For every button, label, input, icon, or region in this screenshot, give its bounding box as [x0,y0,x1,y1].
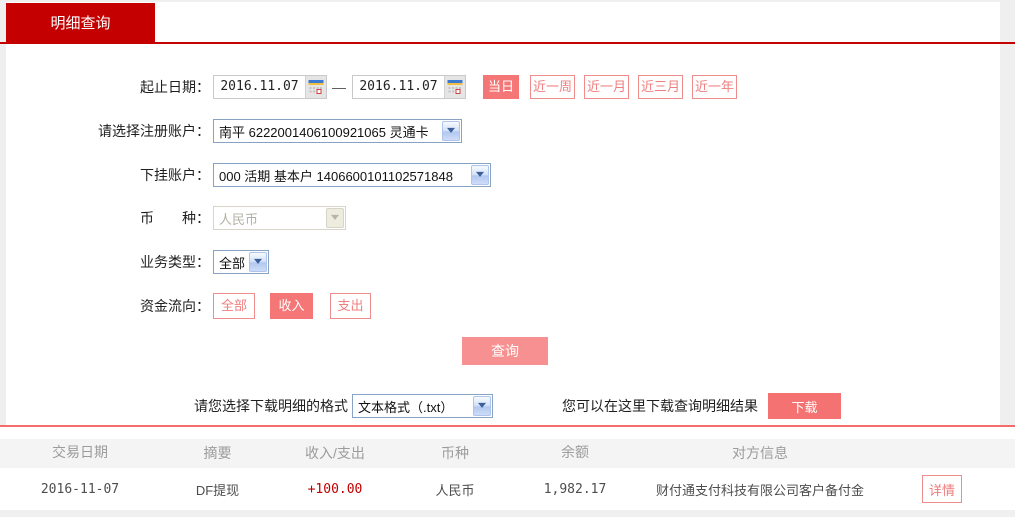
business-type-row: 业务类型： 全部 [0,250,1015,278]
end-date-value[interactable]: 2016.11.07 [353,76,444,98]
register-account-row: 请选择注册账户： 南平 6222001406100921065 灵通卡 [0,119,1015,147]
date-range-label: 起止日期： [140,79,210,95]
table-row: 2016-11-07 DF提现 +100.00 人民币 1,982.17 财付通… [0,468,1015,510]
quick-range-year-button[interactable]: 近一年 [692,75,737,99]
download-format-value: 文本格式（.txt） [358,399,454,415]
register-account-label: 请选择注册账户： [98,123,210,139]
currency-row: 币 种： 人民币 [0,206,1015,234]
fund-direction-label: 资金流向： [140,298,210,314]
table-row-partial: 详情 [0,517,1015,521]
detail-query-page: 明细查询 起止日期： 2016.11.07 — 2016.11.07 当日 近一… [0,0,1015,521]
business-type-value: 全部 [219,255,246,271]
download-row: 请您选择下载明细的格式 文本格式（.txt） 您可以在这里下载查询明细结果 下载 [0,393,1015,419]
header-counterparty: 对方信息 [732,445,788,461]
date-range-separator: — [332,79,346,95]
end-date-calendar-icon[interactable] [444,76,465,98]
cell-action: 详情 [885,517,941,521]
cell-summary: DF提现 [195,482,240,498]
sub-account-value: 000 活期 基本户 1406600101102571848 [219,168,453,184]
header-action [885,439,1015,468]
download-format-label: 请您选择下载明细的格式 [194,398,348,414]
sub-account-row: 下挂账户： 000 活期 基本户 1406600101102571848 [0,163,1015,191]
cell-balance: 1,982.17 [543,481,607,497]
tab-detail-query[interactable]: 明细查询 [6,3,155,44]
tab-underline [0,42,1015,44]
query-button[interactable]: 查询 [462,337,548,365]
currency-value: 人民币 [219,211,259,227]
cell-action: 详情 [885,475,1015,503]
currency-label: 币 种： [140,210,210,226]
row-separator [0,510,1015,517]
cell-in-out: +100.00 [307,481,363,497]
cell-date: 2016-11-07 [40,481,120,497]
detail-button[interactable]: 详情 [922,475,962,503]
start-date-value[interactable]: 2016.11.07 [214,76,305,98]
quick-range-week-button[interactable]: 近一周 [530,75,575,99]
business-type-label: 业务类型： [140,254,210,270]
start-date-calendar-icon[interactable] [305,76,326,98]
chevron-down-icon [326,208,344,228]
direction-all-button[interactable]: 全部 [213,293,255,319]
cell-currency: 人民币 [435,482,475,498]
currency-select: 人民币 [213,206,346,230]
cell-counterparty: 财付通支付科技有限公司客户备付金 [655,482,864,498]
direction-expense-button[interactable]: 支出 [330,293,371,319]
sub-account-label: 下挂账户： [140,167,210,183]
chevron-down-icon[interactable] [442,121,460,141]
chevron-down-icon[interactable] [473,396,491,416]
quick-range-quarter-button[interactable]: 近三月 [638,75,683,99]
header-in-out: 收入/支出 [305,445,365,461]
download-button[interactable]: 下载 [768,393,841,419]
header-date: 交易日期 [52,445,108,461]
quick-range-today-button[interactable]: 当日 [483,75,519,99]
date-range-row: 起止日期： 2016.11.07 — 2016.11.07 当日 近一周 近一月… [0,75,1015,103]
download-format-select[interactable]: 文本格式（.txt） [352,394,493,418]
header-balance: 余额 [561,445,589,461]
chevron-down-icon[interactable] [249,252,267,272]
business-type-select[interactable]: 全部 [213,250,269,274]
chevron-down-icon[interactable] [471,165,489,185]
table-header-row: 交易日期 摘要 收入/支出 币种 余额 对方信息 [0,439,1015,468]
header-currency: 币种 [441,445,469,461]
query-row: 查询 [0,337,1015,365]
direction-income-button[interactable]: 收入 [270,293,313,319]
quick-range-month-button[interactable]: 近一月 [584,75,629,99]
register-account-value: 南平 6222001406100921065 灵通卡 [219,124,429,140]
download-hint-text: 您可以在这里下载查询明细结果 [562,398,758,414]
fund-direction-row: 资金流向： 全部 收入 支出 [0,293,1015,321]
end-date-input[interactable]: 2016.11.07 [352,75,466,99]
start-date-input[interactable]: 2016.11.07 [213,75,327,99]
register-account-select[interactable]: 南平 6222001406100921065 灵通卡 [213,119,462,143]
sub-account-select[interactable]: 000 活期 基本户 1406600101102571848 [213,163,491,187]
header-summary: 摘要 [203,445,232,461]
